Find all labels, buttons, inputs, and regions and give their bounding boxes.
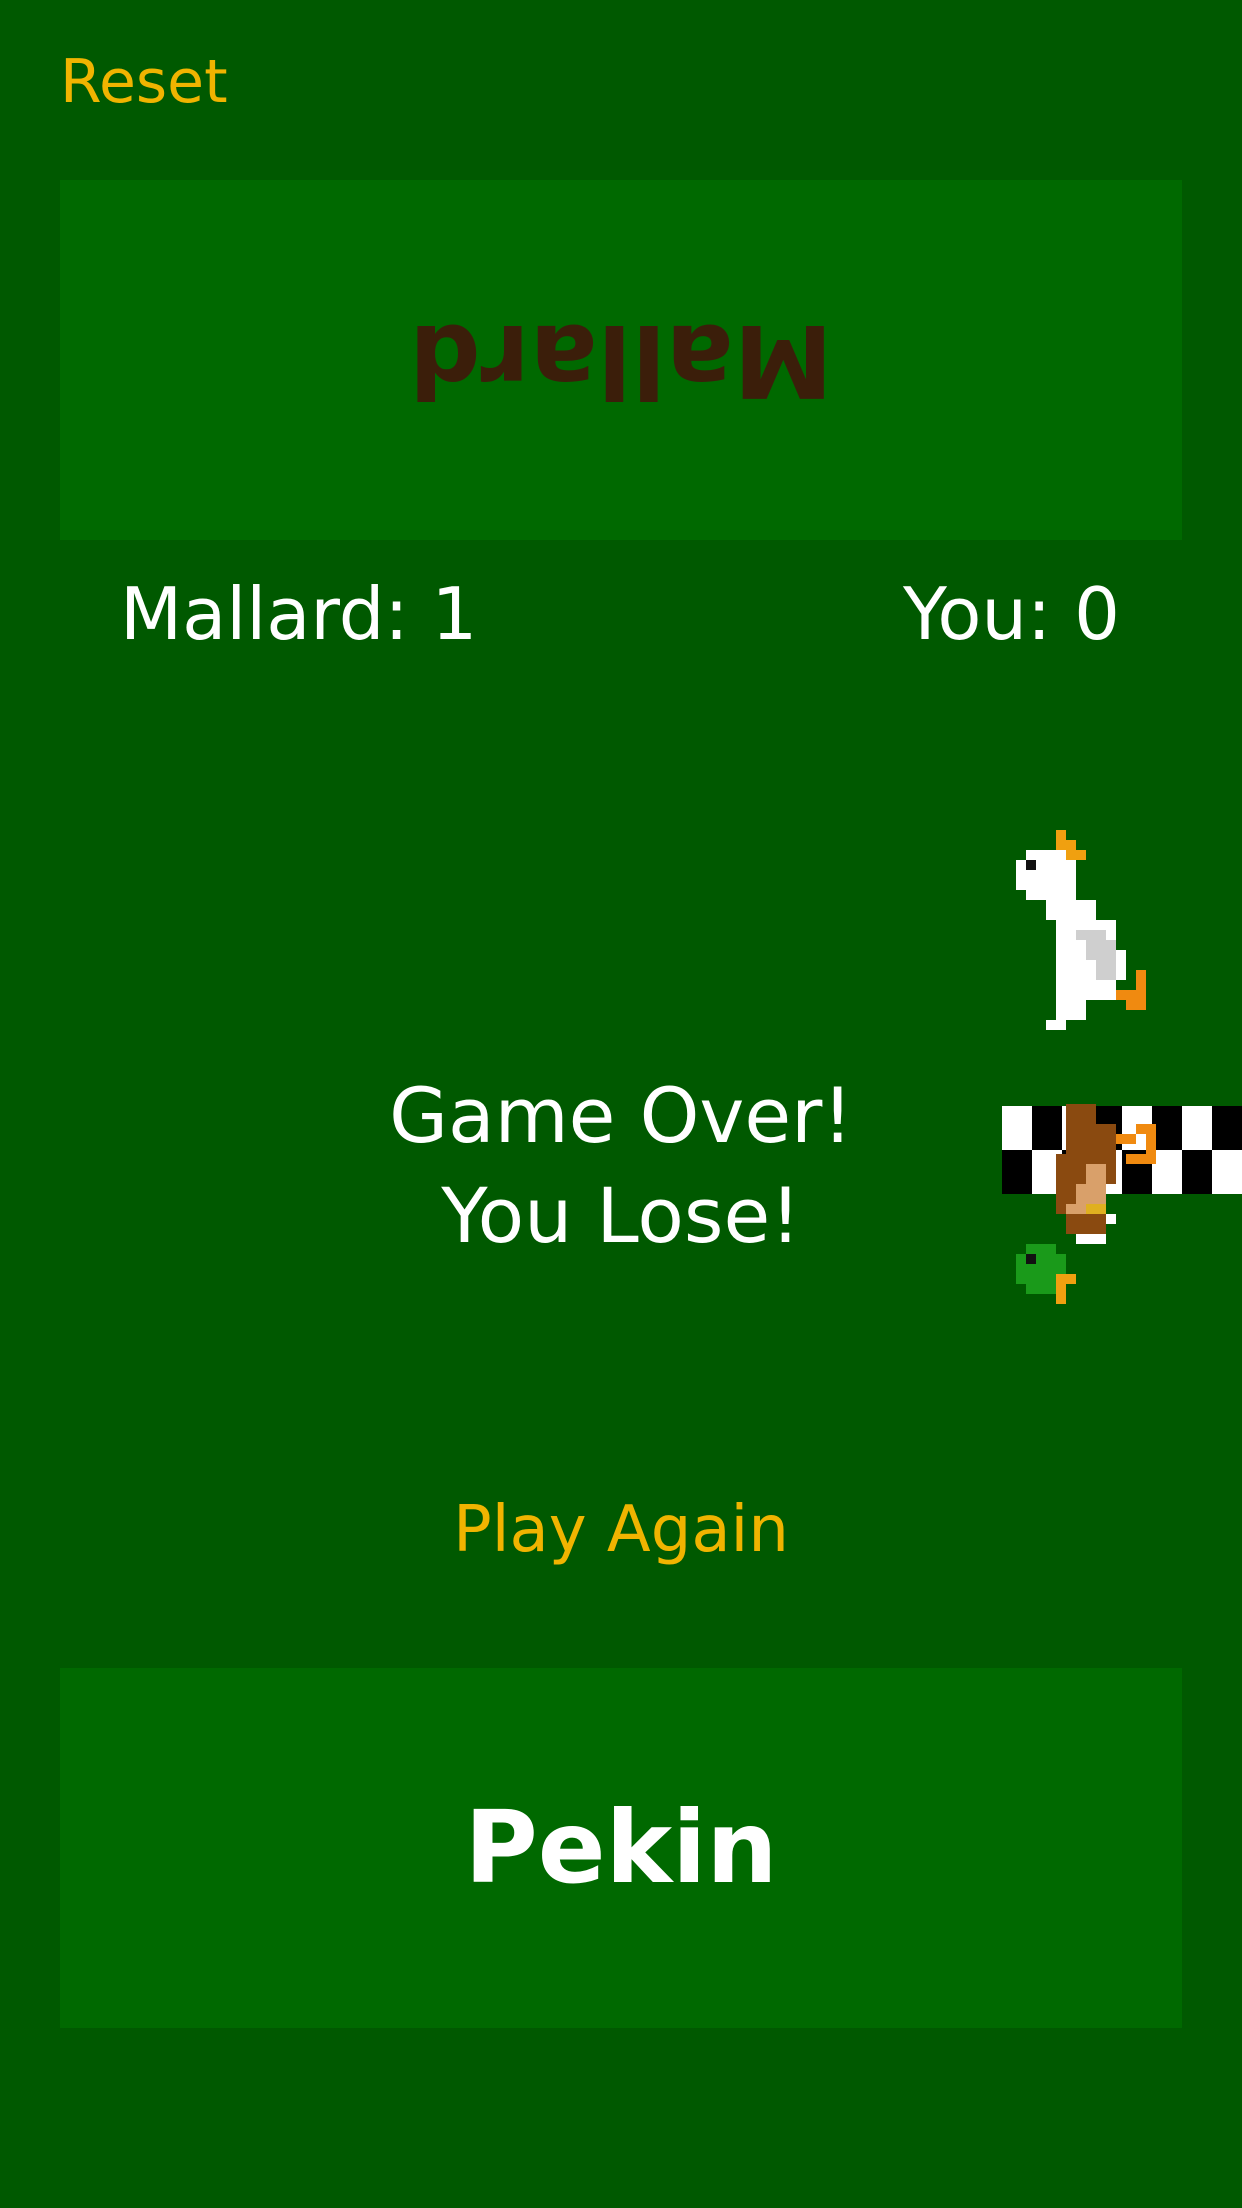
game-result-text: You Lose!	[441, 1171, 801, 1260]
game-over-message: Game Over! You Lose!	[0, 1066, 1242, 1266]
play-again-button[interactable]: Play Again	[0, 1498, 1242, 1562]
opponent-panel: Mallard	[60, 180, 1182, 540]
player-score: You: 0	[902, 572, 1120, 656]
player-name: Pekin	[464, 1789, 778, 1906]
game-screen: Reset Mallard Mallard: 1 You: 0 Game Ove…	[0, 0, 1242, 2208]
pekin-duck-icon	[1016, 830, 1146, 1030]
game-over-title: Game Over!	[389, 1071, 853, 1160]
opponent-score: Mallard: 1	[120, 572, 478, 656]
opponent-name: Mallard	[409, 302, 833, 419]
player-panel[interactable]: Pekin	[60, 1668, 1182, 2028]
reset-button[interactable]: Reset	[60, 52, 228, 112]
